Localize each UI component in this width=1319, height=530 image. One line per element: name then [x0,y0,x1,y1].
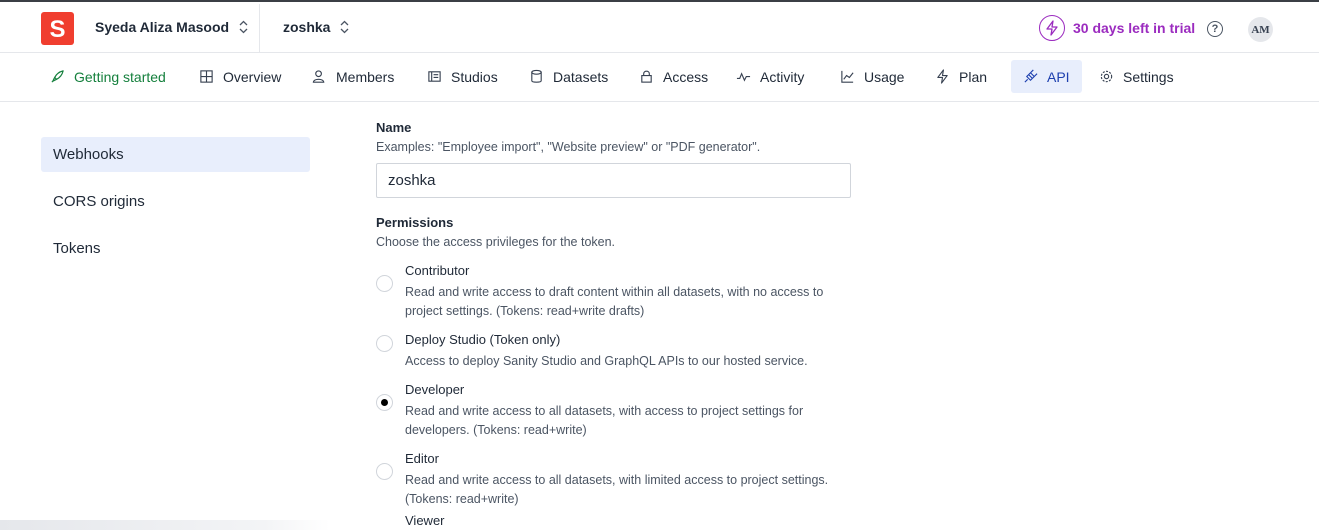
tab-access[interactable]: Access [627,60,720,93]
activity-icon [736,72,751,82]
tab-usage[interactable]: Usage [828,60,916,93]
tab-label: Usage [864,68,905,85]
trial-indicator[interactable]: 30 days left in trial [1039,15,1195,41]
sidebar-item-webhooks[interactable]: Webhooks [41,137,310,172]
radio-contributor[interactable] [376,275,393,292]
option-description: Read and write access to draft content w… [405,285,824,318]
database-icon [531,69,542,83]
tab-label: Getting started [74,68,166,85]
permissions-help-text: Choose the access privileges for the tok… [376,235,616,249]
tab-getting-started[interactable]: Getting started [38,60,178,93]
rocket-icon [51,70,64,83]
option-title: Deploy Studio (Token only) [405,332,561,347]
project-switcher[interactable]: zoshka [283,19,349,35]
name-input[interactable]: zoshka [376,163,851,198]
radio-developer[interactable] [376,394,393,411]
tab-label: Members [336,68,395,85]
chevron-updown-icon [239,20,248,34]
tab-label: Settings [1123,68,1174,85]
studio-icon [428,71,441,82]
name-label: Name [376,120,412,135]
tab-label: Studios [451,68,498,85]
sanity-logo[interactable]: S [41,12,74,45]
option-description: Read and write access to all datasets, w… [405,404,804,437]
token-form: Name Examples: "Employee import", "Websi… [376,120,851,530]
tab-label: Access [663,68,709,85]
avatar[interactable]: AM [1248,17,1273,42]
tab-api[interactable]: API [1011,60,1082,93]
api-sidebar: Webhooks CORS origins Tokens [41,137,310,278]
header-divider [259,4,260,53]
tab-label: Datasets [553,68,609,85]
sidebar-item-cors-origins[interactable]: CORS origins [41,184,310,219]
scroll-shadow [0,520,330,530]
tab-activity[interactable]: Activity [724,60,816,93]
permissions-label: Permissions [376,215,454,230]
option-title: Viewer [405,513,445,528]
grid-icon [200,70,213,83]
chart-icon [841,70,854,83]
permissions-radio-group: Contributor Read and write access to dra… [376,249,851,530]
tab-label: Overview [223,68,282,85]
radio-editor[interactable] [376,463,393,480]
tab-label: Plan [959,68,988,85]
option-description: Read and write access to all datasets, w… [405,473,829,506]
sidebar-item-tokens[interactable]: Tokens [41,231,310,266]
organization-switcher[interactable]: Syeda Aliza Masood [95,19,248,35]
trial-text: 30 days left in trial [1073,20,1196,36]
bolt-icon [937,69,948,84]
logo-s-icon: S [49,16,65,43]
project-name: zoshka [283,19,331,35]
name-help-text: Examples: "Employee import", "Website pr… [376,140,761,154]
option-title: Developer [405,382,465,397]
radio-deploy-studio[interactable] [376,335,393,352]
project-tabs: Getting started Overview Members Studios… [0,53,1319,102]
tab-members[interactable]: Members [300,60,406,93]
tab-label: Activity [760,68,805,85]
users-icon [312,70,325,83]
gear-icon [1100,70,1113,83]
tab-plan[interactable]: Plan [923,60,999,93]
tab-label: API [1047,68,1070,85]
option-title: Contributor [405,263,470,278]
lock-icon [641,70,652,83]
chevron-updown-icon [341,20,349,34]
option-description: Access to deploy Sanity Studio and Graph… [405,354,808,368]
bolt-icon [1039,15,1065,41]
top-bar: S Syeda Aliza Masood zoshka 30 days left… [0,0,1319,53]
plug-icon [1024,69,1038,83]
organization-name: Syeda Aliza Masood [95,19,230,35]
tab-settings[interactable]: Settings [1087,60,1186,93]
svg-text:S: S [49,16,65,43]
help-icon[interactable]: ? [1207,21,1223,37]
option-title: Editor [405,451,439,466]
tab-datasets[interactable]: Datasets [517,60,620,93]
tab-overview[interactable]: Overview [187,60,293,93]
tab-studios[interactable]: Studios [415,60,510,93]
